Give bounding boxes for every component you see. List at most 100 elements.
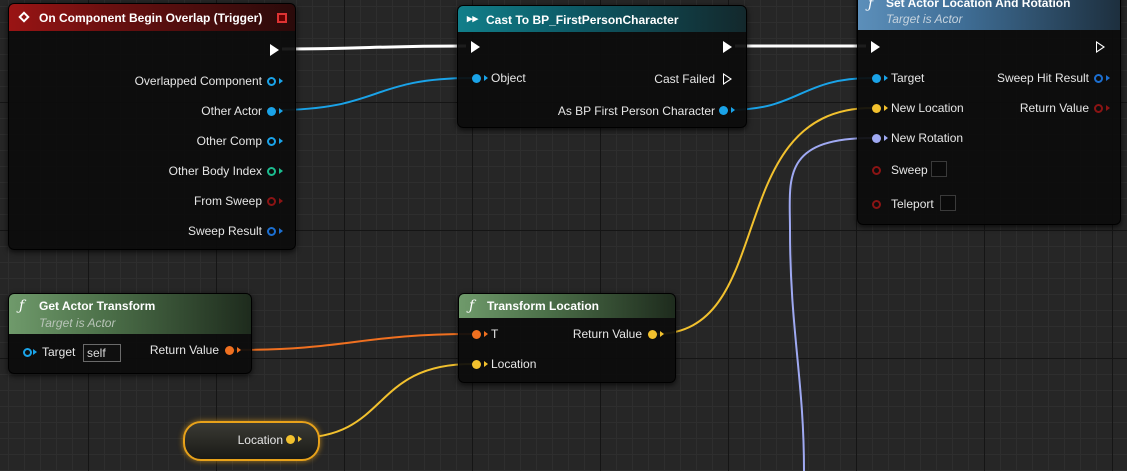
t-pin-arrow <box>484 331 488 337</box>
exec-wire-overlap-to-cast <box>281 44 467 51</box>
cast-failed-label: Cast Failed <box>654 72 715 86</box>
target-pin[interactable] <box>23 348 32 357</box>
t-pin[interactable] <box>472 330 481 339</box>
from-sweep-label: From Sweep <box>193 194 262 208</box>
sweep-hit-result-pin[interactable] <box>1094 74 1103 83</box>
other-body-index-pin-arrow <box>279 168 283 174</box>
as-bp-pin[interactable] <box>719 106 728 115</box>
return-value-label: Return Value <box>1019 101 1089 115</box>
other-actor-pin[interactable] <box>267 107 276 116</box>
cast-title: Cast To BP_FirstPersonCharacter <box>486 13 679 27</box>
get-actor-transform-header: ƒ Get Actor Transform Target is Actor <box>9 294 251 334</box>
return-value-pin-arrow <box>1106 105 1110 111</box>
target-pin-arrow <box>33 349 37 355</box>
set-actor-title: Set Actor Location And Rotation <box>886 0 1071 10</box>
teleport-pin[interactable] <box>872 200 881 209</box>
teleport-label: Teleport <box>891 197 934 211</box>
function-icon: ƒ <box>19 298 25 314</box>
other-body-index-label: Other Body Index <box>168 164 262 178</box>
other-body-index-pin[interactable] <box>267 167 276 176</box>
sweep-pin[interactable] <box>872 166 881 175</box>
overlap-event-header: On Component Begin Overlap (Trigger) <box>9 4 295 31</box>
object-wire-other-actor-to-cast <box>275 77 473 111</box>
location-pin[interactable] <box>472 360 481 369</box>
sweep-label: Sweep <box>891 163 928 177</box>
event-diamond-icon <box>18 11 30 23</box>
return-value-pin[interactable] <box>225 346 234 355</box>
target-pin-arrow <box>884 75 888 81</box>
other-comp-pin[interactable] <box>267 137 276 146</box>
t-label: T <box>491 327 499 341</box>
object-pin[interactable] <box>472 74 481 83</box>
function-icon: ƒ <box>469 298 475 314</box>
transform-location-title: Transform Location <box>487 299 600 313</box>
set-actor-header: ƒ Set Actor Location And Rotation Target… <box>858 0 1120 30</box>
exec-in-pin[interactable] <box>871 41 880 53</box>
return-value-pin-arrow <box>237 347 241 353</box>
cast-failed-pin[interactable] <box>723 73 732 85</box>
new-rotation-label: New Rotation <box>891 131 964 145</box>
sweep-result-pin[interactable] <box>267 227 276 236</box>
cast-node[interactable]: ▸▸ Cast To BP_FirstPersonCharacter Objec… <box>457 5 747 128</box>
transform-location-node[interactable]: ƒ Transform Location T Return Value Loca… <box>458 293 676 383</box>
set-actor-subtitle: Target is Actor <box>886 12 963 26</box>
new-location-label: New Location <box>891 101 964 115</box>
cast-header: ▸▸ Cast To BP_FirstPersonCharacter <box>458 6 746 32</box>
overlapped-component-pin-arrow <box>279 78 283 84</box>
other-actor-pin-arrow <box>279 108 283 114</box>
exec-out-pin[interactable] <box>270 44 279 56</box>
get-actor-transform-node[interactable]: ƒ Get Actor Transform Target is Actor Ta… <box>8 293 252 374</box>
location-variable-pin[interactable] <box>286 435 295 444</box>
overlap-event-node[interactable]: On Component Begin Overlap (Trigger) Ove… <box>8 3 296 250</box>
location-label: Location <box>491 357 537 371</box>
target-label: Target <box>42 345 76 359</box>
as-bp-label: As BP First Person Character <box>557 104 715 118</box>
transform-location-header: ƒ Transform Location <box>459 294 675 318</box>
return-value-label: Return Value <box>572 327 642 341</box>
get-actor-transform-subtitle: Target is Actor <box>39 316 116 330</box>
overlapped-component-label: Overlapped Component <box>134 74 262 88</box>
delegate-pin-icon[interactable] <box>277 13 287 23</box>
from-sweep-pin[interactable] <box>267 197 276 206</box>
new-rotation-pin-arrow <box>884 135 888 141</box>
transform-wire-getxform-to-t <box>232 333 473 351</box>
as-bp-pin-arrow <box>731 107 735 113</box>
from-sweep-pin-arrow <box>279 198 283 204</box>
exec-out-pin[interactable] <box>1096 41 1105 53</box>
overlap-event-title: On Component Begin Overlap (Trigger) <box>39 11 263 25</box>
new-location-pin-arrow <box>884 105 888 111</box>
other-comp-label: Other Comp <box>196 134 262 148</box>
object-label: Object <box>491 71 526 85</box>
sweep-hit-result-pin-arrow <box>1106 75 1110 81</box>
object-pin-arrow <box>484 75 488 81</box>
new-location-pin[interactable] <box>872 104 881 113</box>
vector-wire-locvar-to-location <box>295 363 473 439</box>
return-value-pin[interactable] <box>1094 104 1103 113</box>
other-comp-pin-arrow <box>279 138 283 144</box>
vector-wire-return-to-new-location <box>655 107 873 335</box>
new-rotation-pin[interactable] <box>872 134 881 143</box>
target-label: Target <box>891 71 925 85</box>
location-pin-arrow <box>484 361 488 367</box>
teleport-checkbox[interactable] <box>940 195 956 211</box>
exec-in-pin[interactable] <box>471 41 480 53</box>
location-variable-node[interactable]: Location <box>183 421 320 461</box>
return-value-label: Return Value <box>149 343 219 357</box>
get-actor-transform-title: Get Actor Transform <box>39 299 156 313</box>
function-icon: ƒ <box>868 0 874 12</box>
return-value-pin[interactable] <box>648 330 657 339</box>
other-actor-label: Other Actor <box>201 104 262 118</box>
sweep-result-label: Sweep Result <box>187 224 262 238</box>
set-actor-node[interactable]: ƒ Set Actor Location And Rotation Target… <box>857 0 1121 225</box>
sweep-result-pin-arrow <box>279 228 283 234</box>
return-value-pin-arrow <box>660 331 664 337</box>
exec-out-pin[interactable] <box>723 41 732 53</box>
overlapped-component-pin[interactable] <box>267 77 276 86</box>
cast-icon: ▸▸ <box>467 13 479 25</box>
object-wire-as-bp-to-target <box>728 77 873 111</box>
sweep-hit-result-label: Sweep Hit Result <box>996 71 1089 85</box>
sweep-checkbox[interactable] <box>931 161 947 177</box>
target-self-field[interactable]: self <box>83 344 121 362</box>
target-pin[interactable] <box>872 74 881 83</box>
location-variable-pin-arrow <box>298 436 302 442</box>
